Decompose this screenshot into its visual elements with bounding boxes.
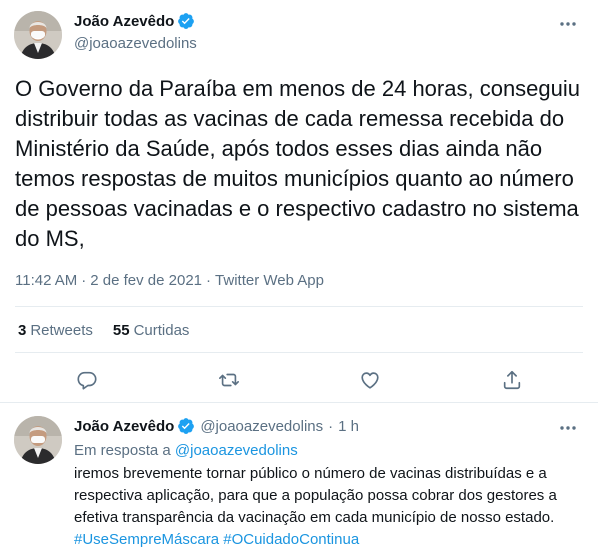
retweet-button[interactable] (215, 366, 243, 394)
avatar[interactable] (14, 11, 62, 59)
author-name[interactable]: João Azevêdo (74, 418, 174, 435)
reply-time[interactable]: 1 h (338, 418, 359, 435)
share-icon (503, 370, 521, 390)
tweet-text: O Governo da Paraíba em menos de 24 hora… (15, 76, 587, 251)
verified-badge-icon (177, 12, 195, 30)
retweets-count: 3 (18, 322, 27, 339)
reply-icon (77, 371, 97, 390)
retweets-stat[interactable]: 3 Retweets (18, 322, 93, 339)
like-button[interactable] (356, 366, 384, 394)
tweet-source[interactable]: Twitter Web App (215, 272, 324, 289)
avatar[interactable] (14, 416, 62, 464)
reply-button[interactable] (73, 366, 101, 394)
author-handle[interactable]: @joaoazevedolins (74, 35, 197, 52)
main-tweet: João Azevêdo @joaoazevedolins O Governo … (0, 0, 598, 403)
meta-separator: · (206, 272, 212, 289)
more-options-button[interactable] (556, 416, 580, 440)
retweets-label: Retweets (30, 322, 93, 339)
tweet-date[interactable]: 2 de fev de 2021 (90, 272, 202, 289)
heart-icon (361, 372, 379, 389)
reply-text: iremos brevemente tornar público o númer… (74, 465, 557, 526)
divider (15, 306, 583, 307)
reply-tweet[interactable]: João Azevêdo @joaoazevedolins · 1 h Em r… (0, 403, 598, 548)
reply-context: Em resposta a @joaoazevedolins (74, 442, 298, 459)
share-button[interactable] (498, 366, 526, 394)
reply-to-handle-link[interactable]: @joaoazevedolins (175, 442, 298, 459)
reply-header: João Azevêdo @joaoazevedolins · 1 h (74, 417, 359, 435)
likes-count: 55 (112, 322, 130, 339)
retweet-icon (219, 373, 239, 387)
tweet-actions (0, 366, 598, 394)
author-name[interactable]: João Azevêdo (74, 13, 174, 30)
likes-stat[interactable]: 55 Curtidas (113, 322, 190, 339)
author-handle[interactable]: @joaoazevedolins (200, 418, 323, 435)
likes-label: Curtidas (133, 322, 190, 339)
author-name-row: João Azevêdo (74, 12, 195, 30)
reply-text-block: iremos brevemente tornar público o númer… (74, 463, 584, 551)
verified-badge-icon (177, 417, 195, 435)
more-horizontal-icon (560, 426, 576, 430)
divider (15, 352, 583, 353)
meta-separator: · (328, 417, 334, 435)
meta-separator: · (81, 272, 87, 289)
reply-prefix: Em resposta a (74, 442, 171, 459)
more-options-button[interactable] (556, 12, 580, 36)
tweet-meta: 11:42 AM · 2 de fev de 2021 · Twitter Web Ap… (15, 272, 324, 289)
more-horizontal-icon (560, 22, 576, 26)
tweet-time[interactable]: 11:42 AM (15, 272, 77, 289)
tweet-stats: 3 Retweets 55 Curtidas (18, 322, 209, 339)
